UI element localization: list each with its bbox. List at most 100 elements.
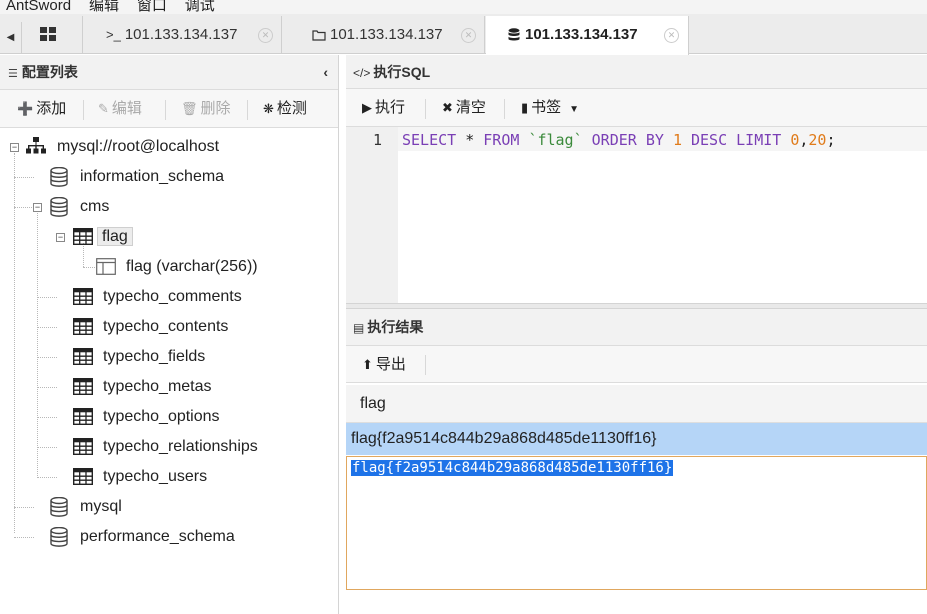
spinner-icon: ❋ — [263, 101, 274, 116]
line-number: 1 — [372, 131, 382, 149]
tab-scroll-left-button[interactable]: ◀ — [0, 22, 22, 54]
menu-edit[interactable]: 编辑 — [89, 0, 119, 14]
play-icon: ▶ — [362, 100, 372, 115]
bookmark-button[interactable]: ▮ 书签 ▼ — [521, 89, 579, 127]
terminal-icon: >_ — [106, 27, 121, 42]
tree-root-connection[interactable]: mysql://root@localhost — [57, 132, 219, 162]
caret-down-icon: ▼ — [569, 104, 580, 115]
tree-table-label: typecho_comments — [103, 288, 242, 305]
toolbar-divider — [83, 100, 84, 120]
tree-db-label: mysql — [80, 498, 122, 515]
tab-database[interactable]: 101.133.134.137 ✕ — [486, 16, 689, 55]
tree-table-label: typecho_metas — [103, 378, 212, 395]
tree-line — [37, 213, 38, 478]
toolbar-divider — [425, 99, 426, 119]
collapse-icon[interactable]: ‹ — [323, 55, 328, 90]
tree-table-label: flag — [97, 227, 133, 246]
tree-line — [37, 477, 57, 478]
config-list-panel: ☰ 配置列表 ‹ ➕ 添加 ✎ 编辑 🗑 删除 ❋ 检测 − mysql://r… — [0, 55, 339, 614]
bookmark-button-label: 书签 — [531, 99, 562, 116]
export-button-label: 导出 — [375, 356, 406, 373]
tree-table-label: typecho_options — [103, 408, 220, 425]
menu-bar: AntSword 编辑 窗口 调试 — [0, 0, 927, 14]
tab-terminal-label: 101.133.134.137 — [124, 26, 238, 43]
detect-button[interactable]: ❋ 检测 — [263, 90, 307, 128]
tree-table-label: typecho_users — [103, 468, 208, 485]
edit-button[interactable]: ✎ 编辑 — [98, 90, 142, 128]
tab-database-label: 101.133.134.137 — [525, 26, 638, 43]
tree-table-typecho-options[interactable]: typecho_options — [103, 402, 220, 432]
menu-debug[interactable]: 调试 — [185, 0, 215, 14]
tree-line — [14, 537, 34, 538]
sql-keyword: SELECT — [402, 131, 457, 149]
tree-table-typecho-metas[interactable]: typecho_metas — [103, 372, 212, 402]
export-button[interactable]: ⬆ 导出 — [362, 346, 406, 383]
tree-line — [37, 447, 57, 448]
sql-panel-title: 执行SQL — [373, 64, 431, 80]
tab-files-label: 101.133.134.137 — [330, 26, 443, 43]
tree-line — [37, 297, 57, 298]
result-row[interactable]: flag{f2a9514c844b29a868d485de1130ff16} — [346, 423, 927, 455]
column-header-label: flag — [360, 395, 386, 412]
tab-terminal[interactable]: >_ 101.133.134.137 ✕ — [84, 16, 282, 54]
sql-code: SELECT * FROM `flag` ORDER BY 1 DESC LIM… — [402, 131, 836, 149]
collapse-toggle[interactable]: − — [10, 143, 19, 152]
edit-icon: ✎ — [98, 101, 109, 116]
tree-column-flag[interactable]: flag (varchar(256)) — [126, 252, 258, 282]
database-icon — [50, 527, 68, 547]
sql-toolbar: ▶ 执行 ✖ 清空 ▮ 书签 ▼ — [346, 89, 927, 127]
sql-token: * — [456, 131, 484, 149]
sql-token: ; — [826, 131, 836, 149]
close-icon[interactable]: ✕ — [258, 28, 273, 43]
tree-db-mysql[interactable]: mysql — [80, 492, 122, 522]
tree-table-flag[interactable]: flag — [97, 222, 133, 252]
add-button-label: 添加 — [36, 100, 67, 117]
tree-line — [83, 243, 84, 267]
sql-keyword: LIMIT — [736, 131, 782, 149]
tree-line — [37, 387, 57, 388]
menu-antsword[interactable]: AntSword — [6, 0, 71, 14]
bookmark-icon: ▮ — [521, 100, 529, 115]
sql-editor[interactable]: 1 SELECT * FROM `flag` ORDER BY 1 DESC L… — [346, 127, 927, 303]
close-icon[interactable]: ✕ — [664, 28, 679, 43]
clear-button[interactable]: ✖ 清空 — [442, 89, 486, 127]
config-toolbar: ➕ 添加 ✎ 编辑 🗑 删除 ❋ 检测 — [0, 90, 338, 128]
tree-table-label: typecho_contents — [103, 318, 229, 335]
tree-table-typecho-users[interactable]: typecho_users — [103, 462, 207, 492]
tree-line — [37, 357, 57, 358]
execute-button-label: 执行 — [375, 99, 406, 116]
delete-button[interactable]: 🗑 删除 — [181, 90, 231, 128]
tree-db-information-schema[interactable]: information_schema — [80, 162, 224, 192]
toolbar-divider — [165, 100, 166, 120]
tree-table-typecho-relationships[interactable]: typecho_relationships — [103, 432, 258, 462]
result-column-header[interactable]: flag — [346, 385, 927, 423]
tab-bar: ◀ >_ 101.133.134.137 ✕ 101.133.134.137 ✕ … — [0, 14, 927, 55]
close-icon: ✖ — [442, 100, 453, 115]
add-button[interactable]: ➕ 添加 — [17, 90, 66, 128]
tree-table-label: typecho_relationships — [103, 438, 258, 455]
tree-line — [83, 267, 95, 268]
tree-table-typecho-comments[interactable]: typecho_comments — [103, 282, 242, 312]
tree-db-cms[interactable]: cms — [80, 192, 109, 222]
collapse-toggle[interactable]: − — [33, 203, 42, 212]
list-icon: ☰ — [8, 68, 18, 80]
result-detail-textarea[interactable]: flag{f2a9514c844b29a868d485de1130ff16} — [346, 456, 927, 590]
tree-table-typecho-fields[interactable]: typecho_fields — [103, 342, 205, 372]
close-icon[interactable]: ✕ — [461, 28, 476, 43]
tree-line — [37, 417, 57, 418]
database-icon — [508, 28, 520, 41]
sql-table-name: `flag` — [528, 131, 583, 149]
menu-window[interactable]: 窗口 — [137, 0, 167, 14]
table-icon — [73, 288, 93, 305]
tree-db-label: cms — [80, 198, 110, 215]
tab-files[interactable]: 101.133.134.137 ✕ — [283, 16, 485, 54]
tab-home[interactable] — [23, 16, 83, 54]
tree-root-label: mysql://root@localhost — [57, 138, 220, 155]
tree-table-typecho-contents[interactable]: typecho_contents — [103, 312, 228, 342]
execute-button[interactable]: ▶ 执行 — [362, 89, 405, 127]
table-icon — [73, 468, 93, 485]
collapse-toggle[interactable]: − — [56, 233, 65, 242]
sql-number: 20 — [808, 131, 827, 149]
result-panel-header: ▤ 执行结果 — [346, 309, 927, 346]
tree-db-performance-schema[interactable]: performance_schema — [80, 522, 235, 552]
